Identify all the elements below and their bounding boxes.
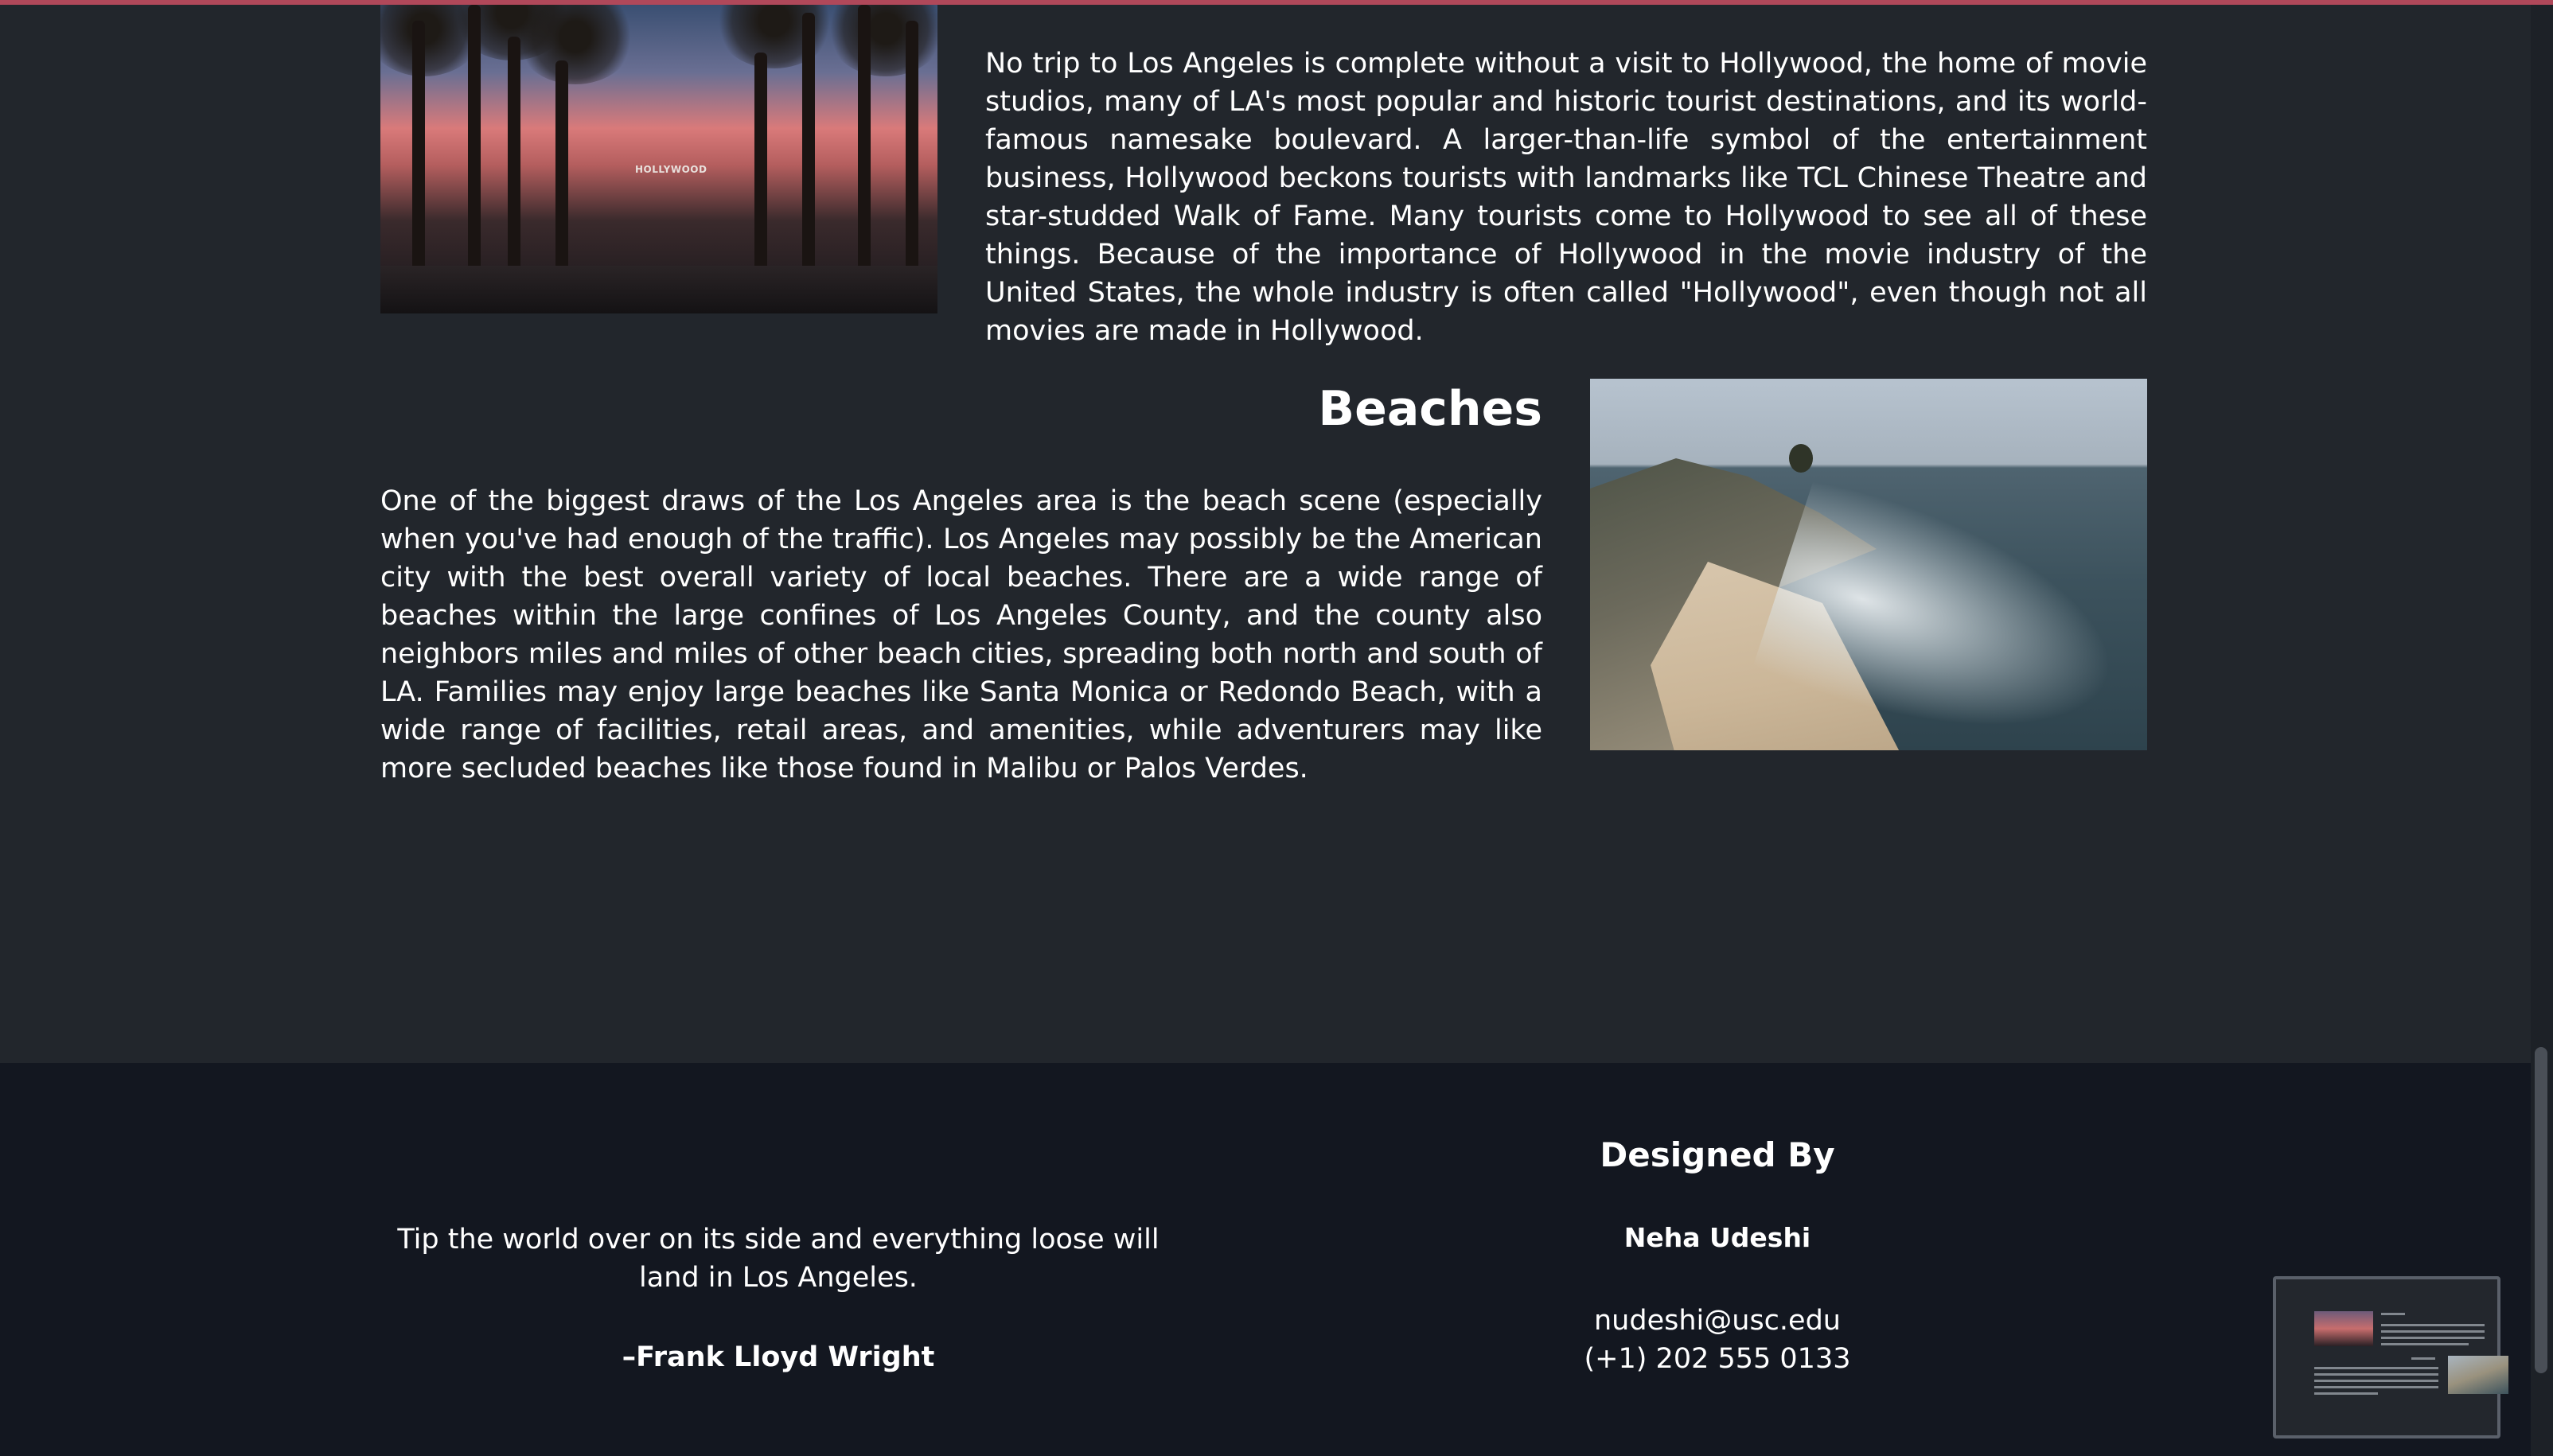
beaches-description: One of the biggest draws of the Los Ange… bbox=[380, 485, 1542, 784]
hollywood-image: HOLLYWOOD bbox=[380, 5, 937, 313]
footer-quote-author: –Frank Lloyd Wright bbox=[622, 1341, 935, 1373]
scrollbar-thumb[interactable] bbox=[2535, 1047, 2547, 1373]
beaches-heading: Beaches bbox=[1318, 381, 1542, 437]
site-footer: Tip the world over on its side and every… bbox=[0, 1063, 2531, 1456]
designer-phone: (+1) 202 555 0133 bbox=[1584, 1343, 1851, 1375]
footer-quote: Tip the world over on its side and every… bbox=[397, 1224, 1160, 1294]
minimap-hollywood-thumb bbox=[2314, 1311, 2373, 1346]
minimap-beach-thumb bbox=[2448, 1356, 2508, 1394]
designed-by-heading: Designed By bbox=[1600, 1135, 1835, 1174]
hollywood-sign: HOLLYWOOD bbox=[635, 164, 707, 175]
page-minimap[interactable] bbox=[2273, 1276, 2508, 1438]
designer-name: Neha Udeshi bbox=[1623, 1222, 1811, 1253]
hollywood-description: No trip to Los Angeles is complete witho… bbox=[985, 48, 2147, 347]
beach-image bbox=[1590, 379, 2147, 750]
designer-email-link[interactable]: nudeshi@usc.edu bbox=[1479, 1302, 1956, 1340]
main-content: HOLLYWOOD No trip to Los Angeles is comp… bbox=[0, 5, 2531, 1063]
